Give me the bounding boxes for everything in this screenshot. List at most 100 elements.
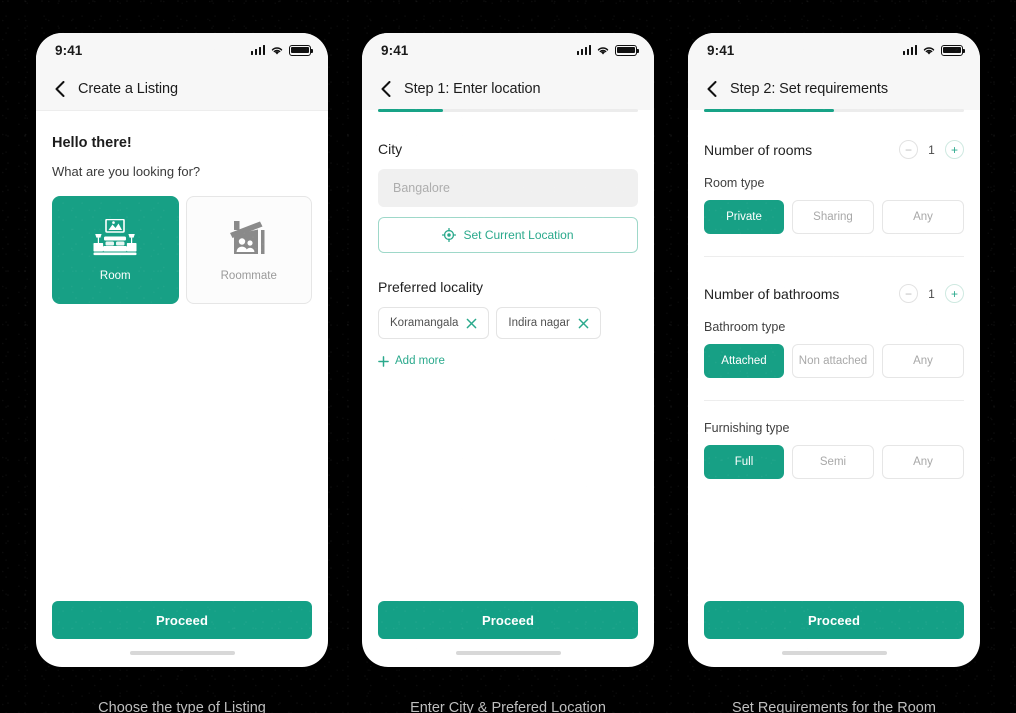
room-type-option-sharing[interactable]: Sharing — [792, 200, 874, 234]
wifi-icon — [923, 46, 935, 55]
status-icons — [902, 44, 966, 56]
add-more-locality-button[interactable]: Add more — [378, 355, 445, 367]
rooms-increment-button[interactable]: + — [945, 140, 964, 159]
cellular-signal-icon — [250, 45, 265, 55]
cellular-signal-icon — [576, 45, 591, 55]
furnishing-option-semi[interactable]: Semi — [792, 445, 874, 479]
house-people-icon — [229, 220, 265, 254]
city-input[interactable] — [378, 169, 638, 207]
question-text: What are you looking for? — [52, 164, 201, 179]
home-indicator-area — [688, 639, 980, 667]
screen-footer-1: Proceed — [36, 601, 328, 639]
wifi-icon — [271, 46, 283, 55]
locality-chip[interactable]: Koramangala — [378, 307, 490, 339]
status-icons — [576, 44, 640, 56]
proceed-button[interactable]: Proceed — [378, 601, 638, 639]
bathroom-type-options: Attached Non attached Any — [704, 344, 964, 378]
room-type-option-private[interactable]: Private — [704, 200, 784, 234]
listing-type-card-roommate[interactable]: Roommate — [185, 196, 312, 304]
locality-chip-group: Koramangala Indira nagar — [378, 307, 638, 339]
furnishing-option-any[interactable]: Any — [882, 445, 964, 479]
add-more-label: Add more — [395, 355, 445, 367]
status-time: 9:41 — [707, 42, 735, 58]
plus-icon — [378, 355, 389, 367]
locality-chip-label: Koramangala — [390, 317, 459, 329]
set-current-location-label: Set Current Location — [463, 228, 574, 242]
status-time: 9:41 — [55, 42, 83, 58]
furnishing-type-options: Full Semi Any — [704, 445, 964, 479]
locality-chip-label: Indira nagar — [508, 317, 570, 329]
bedroom-icon — [93, 218, 137, 255]
back-chevron-icon[interactable] — [704, 80, 720, 97]
listing-type-label-roommate: Roommate — [220, 269, 277, 282]
caption-location: Enter City & Prefered Location — [410, 700, 606, 713]
section-divider — [704, 256, 964, 257]
rooms-decrement-button[interactable]: − — [899, 140, 918, 159]
cellular-signal-icon — [902, 45, 917, 55]
furnishing-option-full[interactable]: Full — [704, 445, 784, 479]
step-progress-fill — [704, 109, 834, 112]
screen-body-requirements: Number of rooms − 1 + Room type Private … — [688, 113, 980, 601]
battery-icon — [941, 44, 966, 56]
preferred-locality-label: Preferred locality — [378, 279, 484, 295]
bathroom-type-option-attached[interactable]: Attached — [704, 344, 784, 378]
screen-footer-2: Proceed — [362, 601, 654, 639]
status-bar: 9:41 — [362, 33, 654, 67]
page-title: Step 1: Enter location — [404, 80, 541, 97]
screen-footer-3: Proceed — [688, 601, 980, 639]
section-divider — [704, 400, 964, 401]
listing-type-label-room: Room — [99, 269, 131, 282]
room-type-option-any[interactable]: Any — [882, 200, 964, 234]
bathrooms-label: Number of bathrooms — [704, 285, 840, 302]
page-title: Step 2: Set requirements — [730, 80, 888, 97]
phone-screen-set-requirements: 9:41 Step 2: Set requirements Number of … — [688, 33, 980, 667]
proceed-button[interactable]: Proceed — [52, 601, 312, 639]
listing-type-card-room[interactable]: Room — [52, 196, 179, 304]
room-type-label: Room type — [704, 176, 765, 190]
bathrooms-decrement-button[interactable]: − — [899, 284, 918, 303]
city-label: City — [378, 141, 403, 157]
close-icon[interactable] — [466, 318, 477, 329]
room-type-options: Private Sharing Any — [704, 200, 964, 234]
back-chevron-icon[interactable] — [378, 80, 394, 97]
back-chevron-icon[interactable] — [52, 80, 68, 97]
bathroom-type-option-non-attached[interactable]: Non attached — [792, 344, 874, 378]
page-title: Create a Listing — [78, 80, 178, 97]
proceed-button[interactable]: Proceed — [704, 601, 964, 639]
close-icon[interactable] — [578, 318, 589, 329]
status-bar: 9:41 — [36, 33, 328, 67]
bathrooms-value: 1 — [928, 286, 935, 301]
nav-header: Step 2: Set requirements — [688, 67, 980, 110]
rooms-count-row: Number of rooms − 1 + — [704, 140, 964, 159]
step-progress-bar — [378, 109, 638, 112]
status-icons — [250, 44, 314, 56]
home-indicator — [455, 651, 561, 655]
bathrooms-stepper: − 1 + — [899, 284, 964, 303]
caption-listing-type: Choose the type of Listing — [98, 700, 266, 713]
home-indicator-area — [36, 639, 328, 667]
rooms-value: 1 — [928, 142, 935, 157]
set-current-location-button[interactable]: Set Current Location — [378, 217, 638, 253]
furnishing-type-label: Furnishing type — [704, 421, 790, 435]
caption-requirements: Set Requirements for the Room — [732, 700, 936, 713]
home-indicator-area — [362, 639, 654, 667]
bathroom-type-option-any[interactable]: Any — [882, 344, 964, 378]
screenshot-stage: 9:41 Create a Listing Hello there! What … — [0, 0, 1016, 713]
nav-header: Create a Listing — [36, 67, 328, 110]
rooms-stepper: − 1 + — [899, 140, 964, 159]
home-indicator — [129, 651, 235, 655]
gps-target-icon — [442, 228, 457, 242]
status-bar: 9:41 — [688, 33, 980, 67]
greeting-text: Hello there! — [52, 135, 132, 151]
bathrooms-increment-button[interactable]: + — [945, 284, 964, 303]
nav-header: Step 1: Enter location — [362, 67, 654, 110]
step-progress-bar — [704, 109, 964, 112]
wifi-icon — [597, 46, 609, 55]
screen-body-location: City Set Current Location Preferred loca… — [362, 113, 654, 601]
battery-icon — [289, 44, 314, 56]
phone-screen-enter-location: 9:41 Step 1: Enter location City Bangalo… — [362, 33, 654, 667]
phone-screen-create-listing: 9:41 Create a Listing Hello there! What … — [36, 33, 328, 667]
locality-chip[interactable]: Indira nagar — [496, 307, 601, 339]
home-indicator — [781, 651, 887, 655]
rooms-label: Number of rooms — [704, 141, 813, 158]
